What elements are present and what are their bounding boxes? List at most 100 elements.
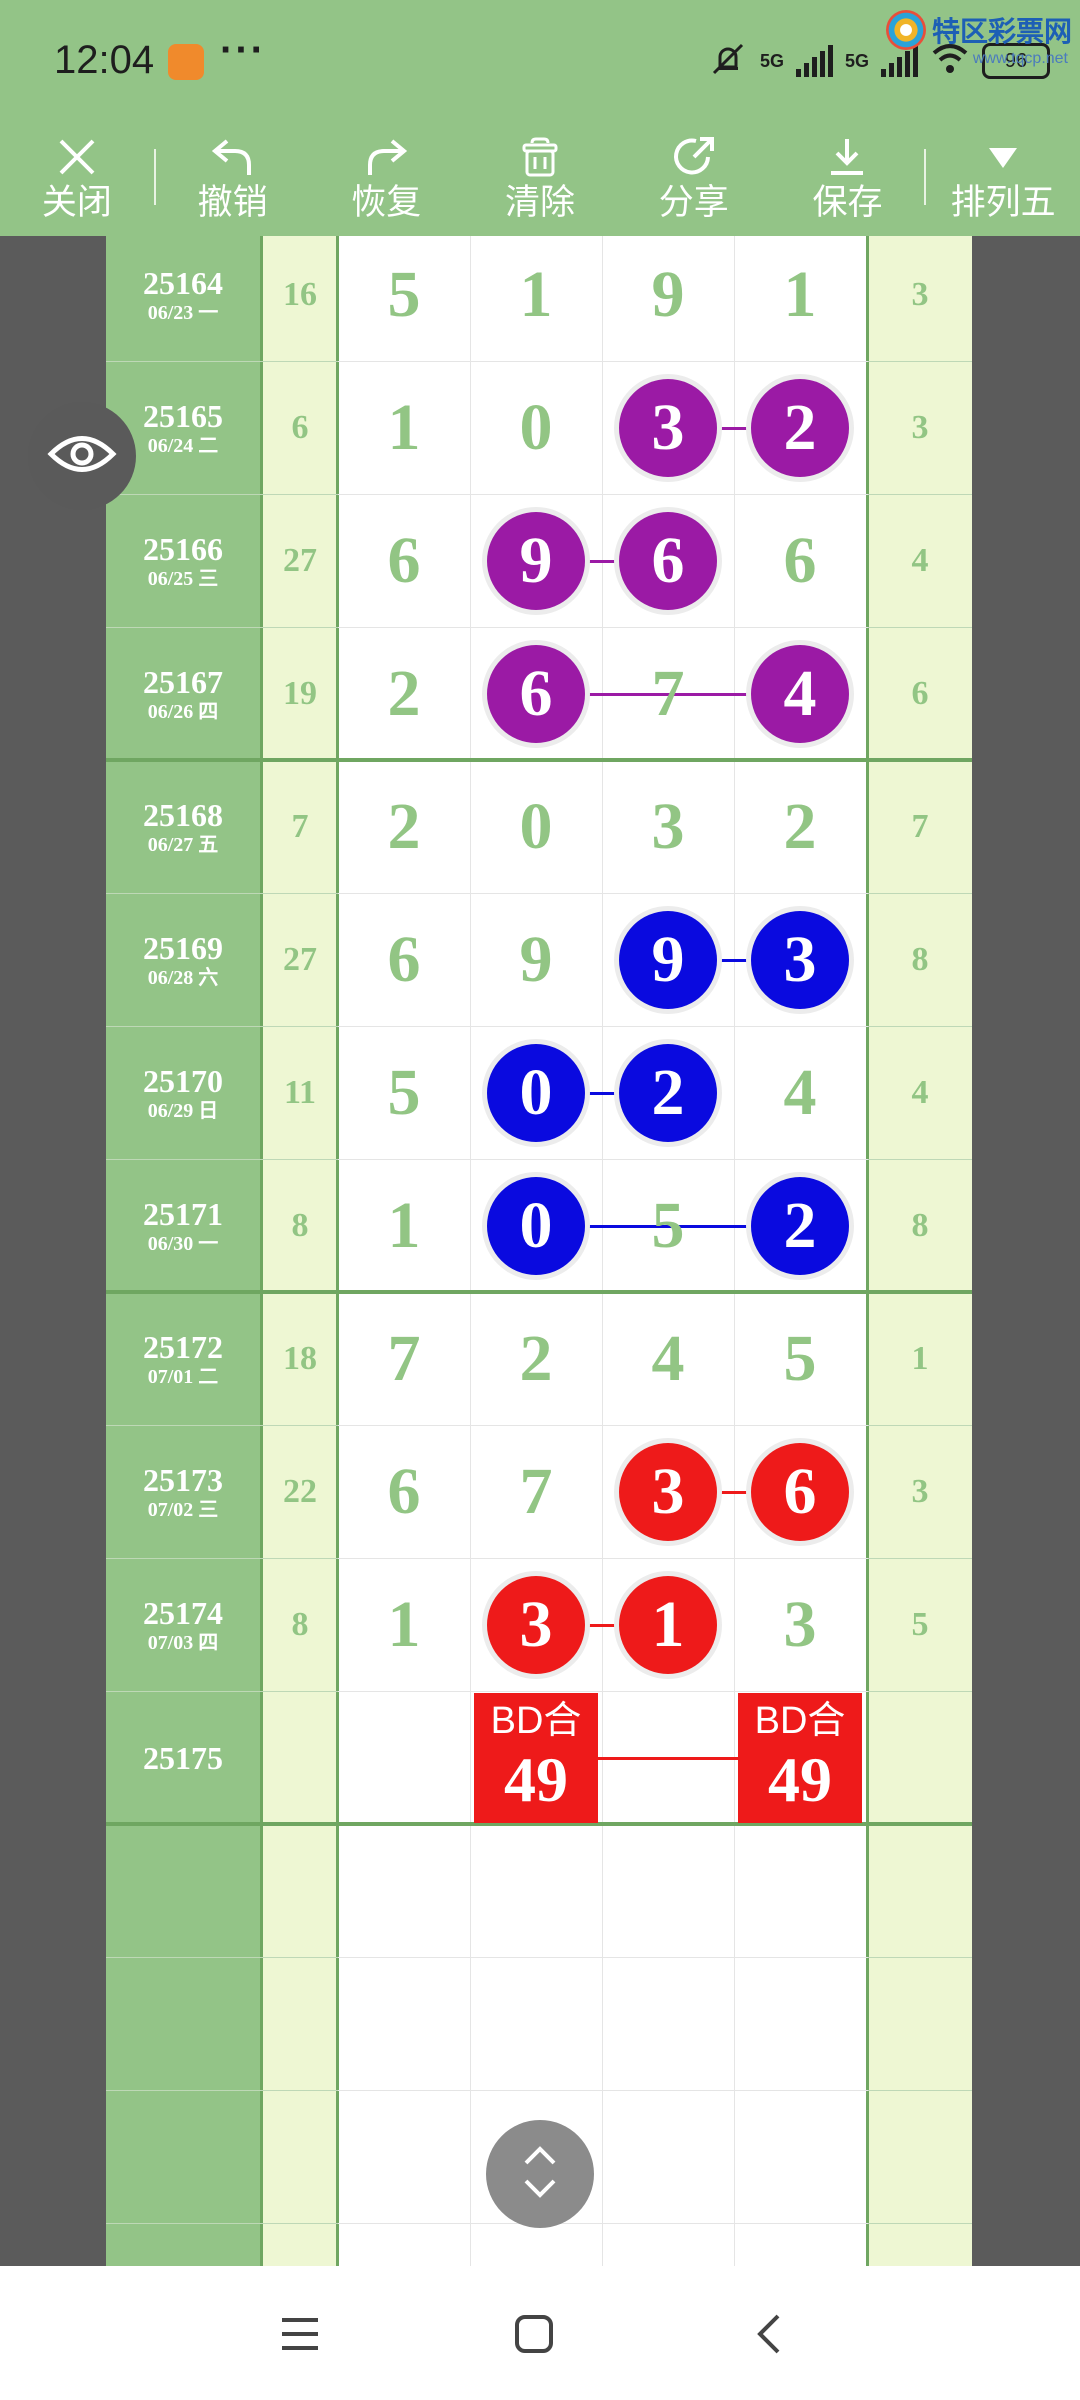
connector-line (586, 1623, 618, 1627)
digit-cell[interactable]: 1 (734, 236, 866, 361)
period-number: 25175 (143, 1739, 223, 1776)
trend-chart-grid[interactable]: 25164 06/23 一 16 5 1 9 1 3 25165 06/24 二 6 1 0 3 2 3 251… (106, 236, 972, 2266)
digit-cell[interactable]: 6 (338, 494, 470, 627)
highlighted-digit-ball[interactable]: 6 (751, 1442, 849, 1541)
period-cell: 25170 06/29 日 (106, 1026, 260, 1159)
digit-cell[interactable]: 5 (734, 1292, 866, 1425)
period-cell: 25166 06/25 三 (106, 494, 260, 627)
highlighted-digit-ball[interactable]: 9 (619, 910, 717, 1009)
digit-cell[interactable]: 4 (734, 1026, 866, 1159)
lottery-type-dropdown[interactable]: 排列五 (926, 131, 1080, 223)
sum-cell: 8 (291, 1206, 309, 1244)
highlighted-digit-ball[interactable]: 2 (751, 378, 849, 477)
lottery-type-label: 排列五 (950, 183, 1056, 222)
highlighted-digit-ball[interactable]: 4 (751, 644, 849, 743)
digit-cell[interactable]: 4 (602, 1292, 734, 1425)
connector-line (718, 1490, 750, 1494)
clear-label: 清除 (505, 183, 576, 222)
digit-cell[interactable]: 2 (338, 760, 470, 893)
digit-cell[interactable]: 3 (602, 760, 734, 893)
sum-cell: 7 (291, 807, 309, 845)
sum-cell (262, 1691, 338, 1824)
watermark-url: www.tqcp.net (972, 50, 1068, 67)
draw-date: 06/23 一 (147, 301, 219, 324)
highlighted-digit-ball[interactable]: 0 (487, 1176, 585, 1275)
sum-cell: 8 (291, 1605, 309, 1643)
digit-cell[interactable]: 1 (338, 1558, 470, 1691)
highlighted-digit-ball[interactable]: 3 (619, 1442, 717, 1541)
span-cell: 1 (911, 1339, 929, 1377)
connector-line (586, 1091, 618, 1095)
highlighted-digit-ball[interactable]: 6 (487, 644, 585, 743)
prediction-value: 49 (768, 1744, 832, 1815)
save-button[interactable]: 保存 (771, 131, 925, 223)
triangle-down-icon (985, 131, 1021, 183)
digit-cell[interactable]: 1 (338, 361, 470, 494)
prediction-box[interactable]: BD合 49 (474, 1693, 598, 1823)
digit-cell[interactable]: 0 (470, 760, 602, 893)
highlighted-digit-ball[interactable]: 3 (751, 910, 849, 1009)
highlighted-digit-ball[interactable]: 3 (619, 378, 717, 477)
period-number: 25173 (143, 1461, 223, 1498)
digit-cell[interactable]: 1 (338, 1159, 470, 1292)
period-number: 25172 (143, 1328, 223, 1365)
period-number: 25168 (143, 796, 223, 833)
highlighted-digit-ball[interactable]: 2 (619, 1043, 717, 1142)
digit-cell[interactable] (338, 1691, 470, 1824)
nav-menu-button[interactable] (260, 2296, 340, 2376)
mute-bell-icon (708, 39, 748, 84)
digit-cell[interactable]: 7 (338, 1292, 470, 1425)
period-cell: 25168 06/27 五 (106, 760, 260, 893)
clear-button[interactable]: 清除 (463, 131, 617, 223)
digit-cell[interactable]: 7 (470, 1425, 602, 1558)
digit-cell[interactable]: 7 (602, 627, 734, 760)
save-label: 保存 (812, 183, 883, 222)
highlighted-digit-ball[interactable]: 6 (619, 511, 717, 610)
highlighted-digit-ball[interactable]: 3 (487, 1575, 585, 1674)
share-label: 分享 (658, 183, 729, 222)
close-icon (55, 131, 99, 183)
digit-cell[interactable] (602, 1691, 734, 1824)
digit-cell[interactable]: 5 (338, 236, 470, 361)
digit-cell[interactable]: 5 (602, 1159, 734, 1292)
highlighted-digit-ball[interactable]: 9 (487, 511, 585, 610)
close-button[interactable]: 关闭 (0, 131, 154, 223)
toolbar: 关闭 撤销 恢复 清除 分享 保存 排列五 (0, 118, 1080, 236)
visibility-toggle-button[interactable] (28, 402, 136, 510)
highlighted-digit-ball[interactable]: 0 (487, 1043, 585, 1142)
highlighted-digit-ball[interactable]: 2 (751, 1176, 849, 1275)
digit-cell[interactable]: 9 (602, 236, 734, 361)
prediction-label: BD合 (490, 1700, 582, 1742)
digit-cell[interactable]: 0 (470, 361, 602, 494)
nav-back-button[interactable] (730, 2296, 810, 2376)
redo-button[interactable]: 恢复 (309, 131, 463, 223)
draw-date: 06/28 六 (147, 966, 219, 989)
digit-cell[interactable]: 2 (734, 760, 866, 893)
span-cell: 8 (911, 1206, 929, 1244)
site-logo-icon (885, 10, 926, 50)
prediction-box[interactable]: BD合 49 (738, 1693, 862, 1823)
period-number: 25169 (143, 929, 223, 966)
digit-cell[interactable]: 2 (470, 1292, 602, 1425)
digit-cell[interactable]: 6 (734, 494, 866, 627)
draw-date: 06/30 一 (147, 1232, 219, 1255)
app-notification-icon (168, 44, 204, 80)
digit-cell[interactable]: 5 (338, 1026, 470, 1159)
scroll-toggle-button[interactable] (486, 2120, 594, 2228)
digit-cell[interactable]: 3 (734, 1558, 866, 1691)
digit-cell[interactable]: 6 (338, 893, 470, 1026)
nav-home-button[interactable] (494, 2296, 574, 2376)
back-chevron-icon (750, 2310, 790, 2363)
digit-cell[interactable]: 9 (470, 893, 602, 1026)
period-number: 25167 (143, 663, 223, 700)
digit-cell[interactable]: 1 (470, 236, 602, 361)
span-cell: 5 (911, 1605, 929, 1643)
share-button[interactable]: 分享 (617, 131, 771, 223)
highlighted-digit-ball[interactable]: 1 (619, 1575, 717, 1674)
period-cell: 25175 (106, 1691, 260, 1824)
digit-cell[interactable]: 2 (338, 627, 470, 760)
span-cell: 3 (911, 1472, 929, 1510)
period-cell: 25169 06/28 六 (106, 893, 260, 1026)
undo-button[interactable]: 撤销 (156, 131, 310, 223)
digit-cell[interactable]: 6 (338, 1425, 470, 1558)
